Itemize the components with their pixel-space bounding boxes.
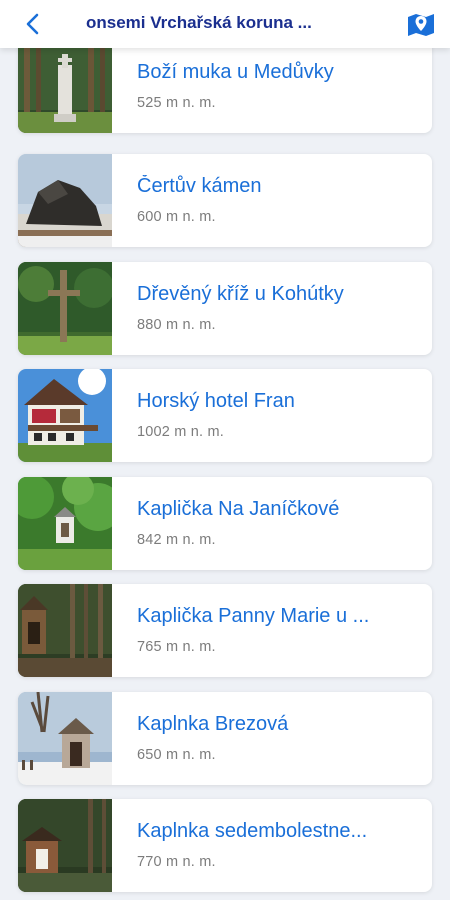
place-name: Horský hotel Fran	[137, 390, 295, 412]
chevron-left-icon	[26, 13, 39, 35]
list-item[interactable]: Kaplnka Brezová 650 m n. m.	[18, 692, 432, 785]
place-photo	[18, 799, 112, 892]
place-name: Kaplička Na Janíčkové	[137, 498, 340, 520]
place-elevation: 525 m n. m.	[137, 95, 216, 111]
list-item[interactable]: Kaplička Na Janíčkové 842 m n. m.	[18, 477, 432, 570]
place-elevation: 1002 m n. m.	[137, 424, 225, 440]
list-item[interactable]: Čertův kámen 600 m n. m.	[18, 154, 432, 247]
place-list[interactable]: Boží muka u Medůvky 525 m n. m. Čertův k…	[0, 46, 450, 900]
place-name: Čertův kámen	[137, 175, 262, 197]
map-pin-icon	[408, 14, 434, 36]
place-elevation: 650 m n. m.	[137, 747, 216, 763]
page-title: onsemi Vrchařská koruna ...	[86, 13, 312, 32]
list-item[interactable]: Horský hotel Fran 1002 m n. m.	[18, 369, 432, 462]
place-photo	[18, 262, 112, 355]
place-name: Kaplička Panny Marie u ...	[137, 605, 370, 627]
place-photo	[18, 584, 112, 677]
top-app-bar: onsemi Vrchařská koruna ...	[0, 0, 450, 48]
place-elevation: 765 m n. m.	[137, 639, 216, 655]
place-photo	[18, 692, 112, 785]
map-view-button[interactable]	[406, 10, 436, 38]
place-photo	[18, 477, 112, 570]
place-photo	[18, 369, 112, 462]
place-name: Kaplnka sedembolestne...	[137, 820, 368, 842]
list-item[interactable]: Dřevěný kříž u Kohútky 880 m n. m.	[18, 262, 432, 355]
place-name: Boží muka u Medůvky	[137, 61, 334, 83]
place-name: Kaplnka Brezová	[137, 713, 289, 735]
place-photo	[18, 154, 112, 247]
list-item[interactable]: Boží muka u Medůvky 525 m n. m.	[18, 46, 432, 133]
place-elevation: 770 m n. m.	[137, 854, 216, 870]
back-button[interactable]	[20, 10, 46, 38]
list-item[interactable]: Kaplička Panny Marie u ... 765 m n. m.	[18, 584, 432, 677]
place-name: Dřevěný kříž u Kohútky	[137, 283, 344, 305]
place-elevation: 842 m n. m.	[137, 532, 216, 548]
place-elevation: 600 m n. m.	[137, 209, 216, 225]
place-elevation: 880 m n. m.	[137, 317, 216, 333]
place-photo	[18, 46, 112, 133]
list-item[interactable]: Kaplnka sedembolestne... 770 m n. m.	[18, 799, 432, 892]
